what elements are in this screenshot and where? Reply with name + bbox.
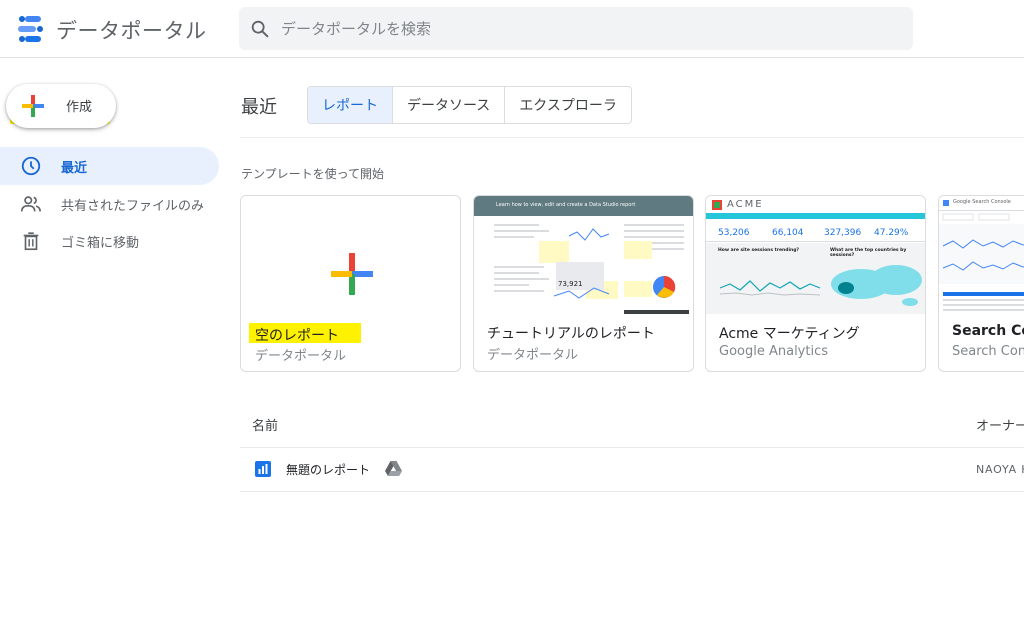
data-studio-logo-icon[interactable] — [16, 15, 46, 43]
template-subtitle: Google Analytics — [719, 344, 829, 359]
app-title: データポータル — [56, 19, 207, 43]
search-console-thumbnail-graphic — [939, 200, 1024, 311]
sidebar-item-label: ゴミ箱に移動 — [61, 236, 140, 251]
template-thumbnail: ACME 53,206 66,104 327,396 47.29% How ar… — [706, 196, 925, 314]
search-icon[interactable] — [249, 18, 271, 40]
tab-reports[interactable]: レポート — [308, 87, 392, 123]
template-card-blank[interactable]: 空のレポート データポータル — [240, 195, 461, 372]
sidebar-item-recent[interactable]: 最近 — [0, 147, 219, 185]
thumbnail-question: What are the top countries by sessions? — [830, 248, 907, 258]
thumbnail-metric: 66,104 — [772, 228, 804, 238]
thumbnail-header-text: Learn how to view, edit and create a Dat… — [496, 202, 636, 208]
sidebar-item-label: 最近 — [61, 161, 88, 176]
template-card-search-console[interactable]: Google Search Console Search Cons Search… — [938, 195, 1024, 372]
people-icon — [21, 196, 41, 212]
thumbnail-metric: 327,396 — [824, 228, 862, 238]
column-header-name[interactable]: 名前 — [252, 415, 278, 434]
app-header: データポータル — [0, 0, 1024, 58]
thumbnail-metric: 53,206 — [718, 228, 750, 238]
sidebar-item-label: 共有されたファイルのみ — [61, 199, 205, 214]
report-name: 無題のレポート — [286, 463, 371, 477]
template-subtitle: データポータル — [487, 348, 579, 363]
google-drive-icon — [385, 461, 402, 476]
thumbnail-question: How are site sessions trending? — [718, 248, 800, 253]
template-heading: テンプレートを使って開始 — [241, 167, 385, 181]
tutorial-thumbnail-graphic — [474, 196, 693, 314]
trash-icon — [23, 232, 39, 251]
thumbnail-header-text: Google Search Console — [953, 199, 1011, 205]
thumbnail-metric: 73,921 — [558, 280, 583, 288]
search-input[interactable] — [281, 7, 881, 50]
tab-data-sources[interactable]: データソース — [392, 87, 504, 123]
table-row[interactable]: 無題のレポート NAOYA H — [240, 448, 1024, 492]
divider — [240, 137, 1024, 138]
tab-explorer[interactable]: エクスプローラ — [504, 87, 631, 123]
template-title: Acme マーケティング — [719, 326, 860, 342]
template-title: 空のレポート — [255, 328, 339, 344]
template-subtitle: データポータル — [255, 349, 347, 364]
thumbnail-metric: 47.29% — [874, 228, 909, 238]
template-thumbnail: Google Search Console — [939, 196, 1024, 314]
template-title: チュートリアルのレポート — [487, 326, 655, 342]
report-icon — [255, 461, 271, 477]
plus-icon — [22, 95, 44, 117]
search-bar[interactable] — [239, 7, 913, 50]
create-label: 作成 — [66, 100, 93, 115]
section-title: 最近 — [241, 97, 277, 118]
template-title: Search Cons — [952, 323, 1024, 339]
column-header-owner[interactable]: オーナー — [976, 415, 1024, 434]
owner-name: NAOYA H — [976, 463, 1024, 476]
thumbnail-brand: ACME — [727, 199, 764, 210]
template-card-tutorial[interactable]: Learn how to view, edit and create a Dat… — [473, 195, 694, 372]
tab-group: レポート データソース エクスプローラ — [307, 86, 632, 124]
sidebar-item-trash[interactable]: ゴミ箱に移動 — [0, 222, 219, 260]
plus-icon — [331, 253, 373, 295]
template-thumbnail: Learn how to view, edit and create a Dat… — [474, 196, 693, 314]
template-subtitle: Search Cons — [952, 344, 1024, 359]
sidebar-item-shared[interactable]: 共有されたファイルのみ — [0, 185, 219, 223]
template-card-acme[interactable]: ACME 53,206 66,104 327,396 47.29% How ar… — [705, 195, 926, 372]
create-button[interactable]: 作成 — [6, 84, 116, 128]
clock-icon — [21, 156, 41, 176]
